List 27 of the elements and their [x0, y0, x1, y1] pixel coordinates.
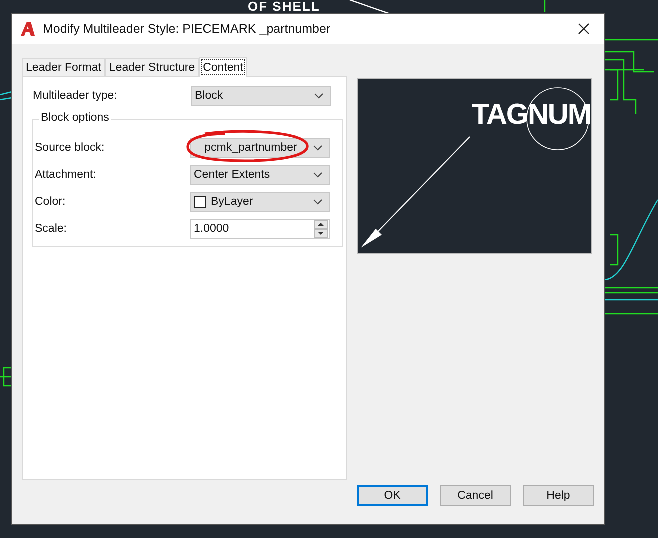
- color-swatch-icon: [194, 196, 206, 208]
- field-label: Source block:: [35, 142, 106, 154]
- spinner-arrows-icon[interactable]: [314, 220, 329, 238]
- tab[interactable]: Leader Structure: [105, 58, 200, 76]
- app-logo-icon: [20, 21, 36, 37]
- chevron-down-icon[interactable]: [314, 93, 324, 99]
- chevron-down-icon[interactable]: [313, 172, 323, 178]
- drawing-label: OF SHELL: [248, 0, 320, 14]
- multileader-type-dropdown[interactable]: Block: [191, 86, 331, 106]
- dialog-button[interactable]: Help: [523, 485, 594, 506]
- field-label: Scale:: [35, 222, 68, 234]
- scale-spinner[interactable]: 1.0000: [190, 218, 330, 238]
- dropdown[interactable]: pcmk_partnumber: [190, 138, 330, 158]
- field-label: Attachment:: [35, 168, 98, 180]
- tab[interactable]: Leader Format: [22, 58, 106, 76]
- tab[interactable]: Content: [199, 57, 248, 77]
- dialog-button[interactable]: OK: [357, 485, 428, 506]
- chevron-down-icon[interactable]: [313, 144, 323, 150]
- window-title: Modify Multileader Style: PIECEMARK _partnumber: [43, 22, 332, 36]
- dropdown[interactable]: ByLayer: [190, 192, 330, 212]
- chevron-down-icon[interactable]: [313, 198, 323, 204]
- dropdown[interactable]: Center Extents: [190, 164, 330, 184]
- close-icon[interactable]: [578, 23, 590, 35]
- field-label: Multileader type:: [33, 90, 118, 102]
- group-title: Block options: [39, 112, 112, 124]
- dialog-button[interactable]: Cancel: [440, 485, 511, 506]
- field-label: Color:: [35, 196, 67, 208]
